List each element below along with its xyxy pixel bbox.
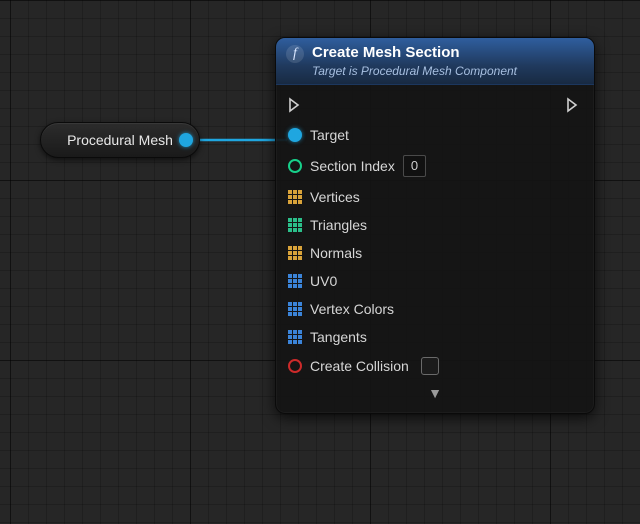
input-field-section-index[interactable]: 0: [403, 155, 426, 177]
exec-pin-in[interactable]: [288, 97, 304, 113]
node-header[interactable]: f Create Mesh Section Target is Procedur…: [276, 38, 594, 85]
pin-label: Section Index: [310, 158, 395, 174]
input-pin-vertices[interactable]: [288, 190, 302, 204]
variable-node-procedural-mesh[interactable]: Procedural Mesh: [40, 122, 200, 158]
input-pin-create-collision[interactable]: [288, 359, 302, 373]
variable-node-label: Procedural Mesh: [67, 132, 173, 148]
pin-row-vertices: Vertices: [286, 183, 584, 211]
pin-row-uv0: UV0: [286, 267, 584, 295]
pin-label: UV0: [310, 273, 337, 289]
pin-label: Vertex Colors: [310, 301, 394, 317]
pin-label: Tangents: [310, 329, 367, 345]
exec-pin-out[interactable]: [566, 97, 582, 113]
expand-node-toggle[interactable]: ▼: [286, 381, 584, 407]
pin-label: Triangles: [310, 217, 367, 233]
pin-label: Vertices: [310, 189, 360, 205]
pin-label: Target: [310, 127, 349, 143]
pin-row-create-collision: Create Collision: [286, 351, 584, 381]
function-icon: f: [286, 45, 304, 63]
pin-row-vertex-colors: Vertex Colors: [286, 295, 584, 323]
node-subtitle: Target is Procedural Mesh Component: [312, 64, 517, 78]
input-pin-target[interactable]: [288, 128, 302, 142]
checkbox-create-collision[interactable]: [421, 357, 439, 375]
input-pin-vertex-colors[interactable]: [288, 302, 302, 316]
pin-row-normals: Normals: [286, 239, 584, 267]
output-pin-object[interactable]: [179, 133, 193, 147]
input-pin-uv0[interactable]: [288, 274, 302, 288]
pin-row-target: Target: [286, 121, 584, 149]
pin-label: Normals: [310, 245, 362, 261]
pin-row-triangles: Triangles: [286, 211, 584, 239]
pin-row-tangents: Tangents: [286, 323, 584, 351]
pin-label: Create Collision: [310, 358, 409, 374]
pin-row-section-index: Section Index 0: [286, 149, 584, 183]
node-body: Target Section Index 0 Vertices Triangle…: [276, 85, 594, 413]
function-node-create-mesh-section[interactable]: f Create Mesh Section Target is Procedur…: [275, 37, 595, 414]
chevron-down-icon: ▼: [428, 385, 442, 401]
input-pin-tangents[interactable]: [288, 330, 302, 344]
input-pin-section-index[interactable]: [288, 159, 302, 173]
input-pin-triangles[interactable]: [288, 218, 302, 232]
input-pin-normals[interactable]: [288, 246, 302, 260]
node-title: Create Mesh Section: [312, 44, 517, 62]
